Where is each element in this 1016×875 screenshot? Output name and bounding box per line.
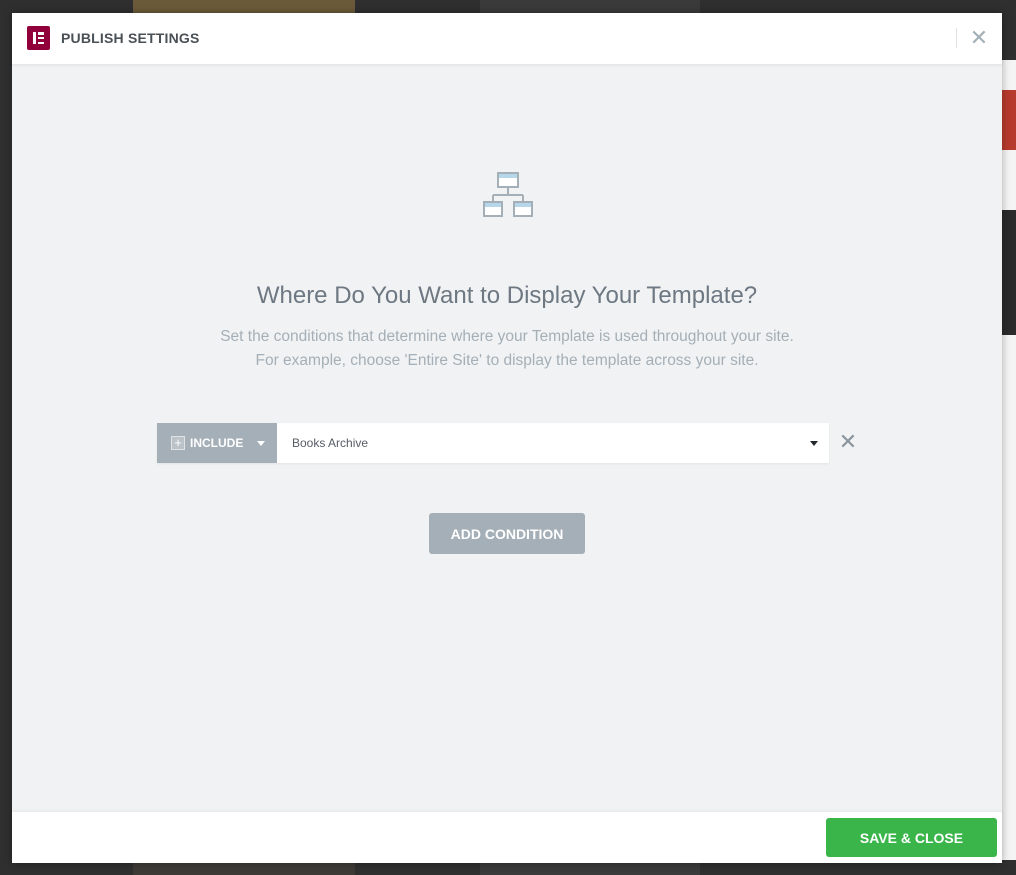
chevron-down-icon (810, 441, 818, 446)
remove-condition-icon[interactable]: ✕ (837, 431, 859, 453)
background-image (133, 863, 355, 875)
condition-value: Books Archive (292, 436, 369, 450)
sitemap-icon (483, 172, 533, 217)
background-page-edge (1002, 60, 1016, 860)
header-divider (956, 28, 957, 48)
elementor-logo-icon (27, 26, 50, 50)
condition-type-label: INCLUDE (190, 436, 244, 450)
background-image (133, 0, 355, 13)
background-image (1002, 90, 1016, 150)
modal-heading: Where Do You Want to Display Your Templa… (256, 282, 758, 309)
condition-row: + INCLUDE Books Archive (157, 423, 829, 463)
condition-value-select[interactable]: Books Archive (277, 423, 829, 463)
modal-header: PUBLISH SETTINGS ✕ (12, 13, 1002, 64)
background-image (480, 0, 700, 13)
plus-icon: + (171, 436, 185, 450)
background-image (1002, 210, 1016, 335)
modal-title: PUBLISH SETTINGS (61, 30, 200, 46)
close-icon[interactable]: ✕ (967, 26, 991, 50)
modal-description: For example, choose 'Entire Site' to dis… (255, 352, 759, 369)
publish-settings-modal: PUBLISH SETTINGS ✕ Where Do You Want to … (12, 13, 1002, 863)
chevron-down-icon (257, 441, 265, 446)
add-condition-button[interactable]: ADD CONDITION (429, 513, 585, 554)
modal-footer: SAVE & CLOSE (12, 812, 1002, 863)
background-image (480, 863, 700, 875)
condition-type-select[interactable]: + INCLUDE (157, 423, 277, 463)
modal-description: Set the conditions that determine where … (220, 328, 794, 345)
save-close-button[interactable]: SAVE & CLOSE (826, 818, 997, 857)
